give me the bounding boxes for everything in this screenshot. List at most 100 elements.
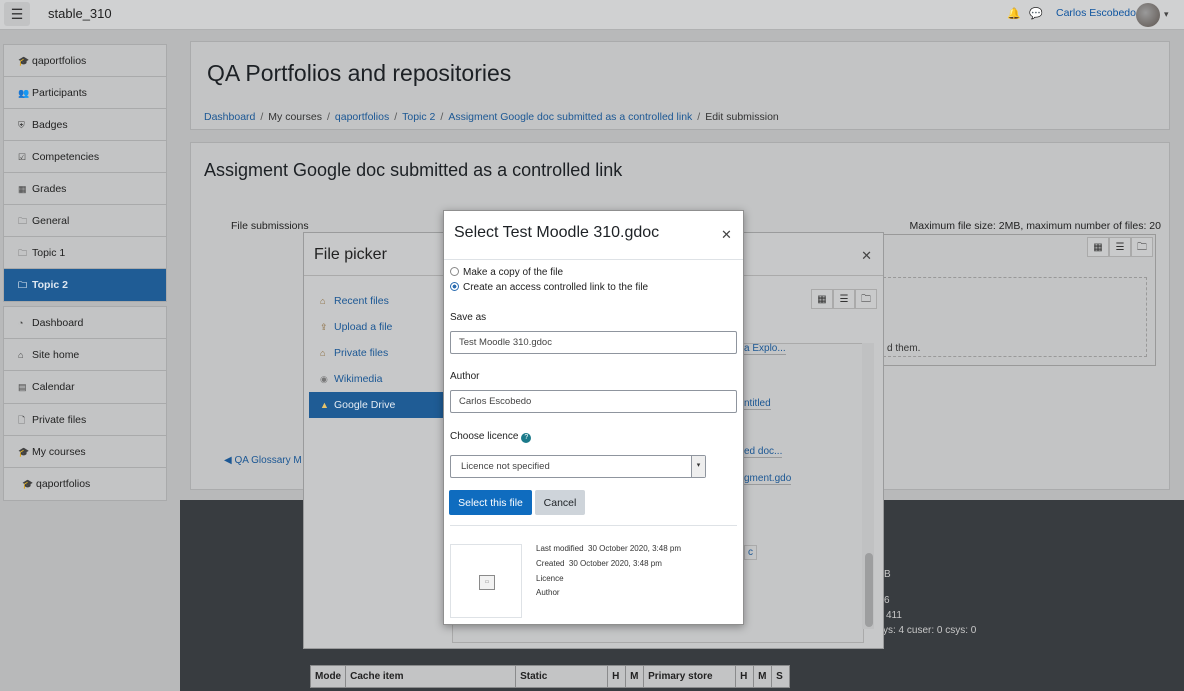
max-file-size-text: Maximum file size: 2MB, maximum number o… (909, 220, 1162, 232)
breadcrumb-assignment[interactable]: Assigment Google doc submitted as a cont… (448, 111, 692, 123)
breadcrumb-dashboard[interactable]: Dashboard (204, 111, 255, 123)
drawer-item-participants[interactable]: 👥 Participants (4, 77, 166, 109)
licence-select[interactable]: Licence not specified ▾ (450, 455, 706, 478)
save-as-label: Save as (450, 312, 487, 323)
table-icon: ▦ (18, 184, 27, 194)
repo-wikimedia[interactable]: ◉ Wikimedia (309, 366, 445, 392)
tree-view-icon[interactable]: 🗀 (1131, 237, 1153, 257)
graduation-cap-icon: 🎓 (22, 479, 34, 489)
graduation-cap-icon: 🎓 (18, 447, 30, 457)
upload-icon: ⇪ (320, 322, 328, 332)
drawer-item-topic-1[interactable]: 🗀 Topic 1 (4, 237, 166, 269)
page-title: QA Portfolios and repositories (207, 60, 512, 86)
drawer-item-my-courses[interactable]: 🎓 My courses (4, 436, 166, 468)
select-this-file-button[interactable]: Select this file (449, 490, 532, 515)
file-link[interactable]: c (744, 545, 757, 560)
drawer-files-group: 🗋 Private files (3, 403, 167, 437)
document-icon: ▭ (479, 575, 495, 590)
avatar[interactable] (1136, 3, 1160, 27)
file-link[interactable]: ed doc... (744, 446, 783, 458)
save-as-input[interactable] (450, 331, 737, 354)
author-input[interactable] (450, 390, 737, 413)
drawer-courses-group: 🎓 My courses 🎓 qaportfolios (3, 435, 167, 501)
graduation-cap-icon: 🎓 (18, 56, 30, 66)
list-view-icon[interactable]: ☰ (833, 289, 855, 309)
list-view-icon[interactable]: ☰ (1109, 237, 1131, 257)
close-icon[interactable]: ✕ (721, 227, 732, 243)
folder-icon: 🗀 (18, 248, 28, 258)
file-link[interactable]: ntitled (744, 398, 771, 410)
file-picker-title: File picker (314, 246, 387, 263)
dashboard-icon: ◔ (18, 318, 24, 328)
folder-icon: 🗀 (18, 216, 28, 226)
drawer-item-qaportfolios-course[interactable]: 🎓 qaportfolios (4, 468, 166, 500)
repo-recent-files[interactable]: ⌂ Recent files (309, 288, 445, 314)
file-icon: 🗋 (18, 415, 26, 425)
cache-header-m: M (625, 665, 645, 688)
footer-text: 411 (886, 610, 902, 621)
cache-header-mode: Mode (309, 665, 347, 688)
divider (444, 259, 743, 260)
shield-icon: ⛨ (18, 120, 25, 130)
grid-view-icon[interactable]: ▦ (1087, 237, 1109, 257)
cache-header-primary-store: Primary store (643, 665, 737, 688)
cache-header-static: Static (515, 665, 609, 688)
radio-controlled-link[interactable] (450, 282, 459, 291)
close-icon[interactable]: ✕ (861, 248, 872, 264)
drawer-item-grades[interactable]: ▦ Grades (4, 173, 166, 205)
chat-icon[interactable]: 💬 (1029, 7, 1043, 20)
breadcrumb-qaportfolios[interactable]: qaportfolios (335, 111, 389, 123)
drawer-item-site-home[interactable]: ⌂ Site home (4, 339, 166, 371)
file-submissions-label: File submissions (231, 220, 309, 232)
previous-activity-link[interactable]: ◀ QA Glossary M (224, 455, 302, 466)
repo-upload-file[interactable]: ⇪ Upload a file (309, 314, 445, 340)
drawer-item-topic-2[interactable]: 🗀 Topic 2 (4, 269, 166, 301)
option-controlled-link[interactable]: Create an access controlled link to the … (450, 282, 648, 293)
select-file-dialog: Select Test Moodle 310.gdoc ✕ Make a cop… (443, 210, 744, 625)
view-buttons: ▦ ☰ 🗀 (1087, 237, 1153, 257)
dialog-title: Select Test Moodle 310.gdoc (454, 224, 660, 241)
tree-view-icon[interactable]: 🗀 (855, 289, 877, 309)
drawer-item-general[interactable]: 🗀 General (4, 205, 166, 237)
drawer-item-private-files[interactable]: 🗋 Private files (4, 404, 166, 436)
bell-icon[interactable]: 🔔 (1007, 7, 1021, 20)
drawer-item-qaportfolios[interactable]: 🎓 qaportfolios (4, 45, 166, 77)
hamburger-menu-icon[interactable]: ☰ (4, 2, 30, 26)
licence-label: Choose licence? (450, 431, 532, 443)
dropzone-text: d them. (887, 343, 921, 354)
radio-make-copy[interactable] (450, 267, 459, 276)
nav-drawer: 🎓 qaportfolios 👥 Participants ⛨ Badges ☑ Com… (0, 30, 180, 691)
grid-view-icon[interactable]: ▦ (811, 289, 833, 309)
file-link[interactable]: gment.gdo (744, 473, 792, 485)
help-icon[interactable]: ? (521, 433, 532, 443)
drawer-item-calendar[interactable]: ▤ Calendar (4, 371, 166, 403)
chevron-down-icon[interactable]: ▾ (1164, 9, 1169, 20)
option-make-copy[interactable]: Make a copy of the file (450, 267, 563, 278)
scrollbar-thumb[interactable] (865, 553, 873, 627)
cache-header-h2: H (735, 665, 755, 688)
meta-licence: Licence (536, 574, 564, 583)
divider (450, 525, 737, 526)
check-square-icon: ☑ (18, 152, 27, 162)
author-label: Author (450, 371, 480, 382)
repo-private-files[interactable]: ⌂ Private files (309, 340, 445, 366)
user-name[interactable]: Carlos Escobedo (1056, 7, 1136, 19)
breadcrumb-my-courses: My courses (268, 111, 322, 123)
file-picker-toolbar: ▦ ☰ 🗀 (811, 289, 877, 309)
cancel-button[interactable]: Cancel (535, 490, 585, 515)
dropzone[interactable] (883, 277, 1147, 357)
site-name[interactable]: stable_310 (48, 6, 112, 21)
drawer-item-dashboard[interactable]: ◔ Dashboard (4, 307, 166, 339)
file-manager: ▦ ☰ 🗀 d them. (882, 234, 1156, 366)
meta-author: Author (536, 588, 560, 597)
drawer-item-badges[interactable]: ⛨ Badges (4, 109, 166, 141)
breadcrumb-edit-submission: Edit submission (705, 111, 779, 123)
home-icon: ⌂ (18, 350, 24, 360)
breadcrumb-topic-2[interactable]: Topic 2 (402, 111, 435, 123)
file-link[interactable]: a Explo... (744, 343, 786, 355)
drawer-item-competencies[interactable]: ☑ Competencies (4, 141, 166, 173)
file-thumbnail: ▭ (450, 544, 522, 618)
google-drive-icon: ▲ (320, 400, 329, 410)
assignment-title: Assigment Google doc submitted as a cont… (204, 160, 623, 180)
repo-google-drive[interactable]: ▲ Google Drive (309, 392, 445, 418)
